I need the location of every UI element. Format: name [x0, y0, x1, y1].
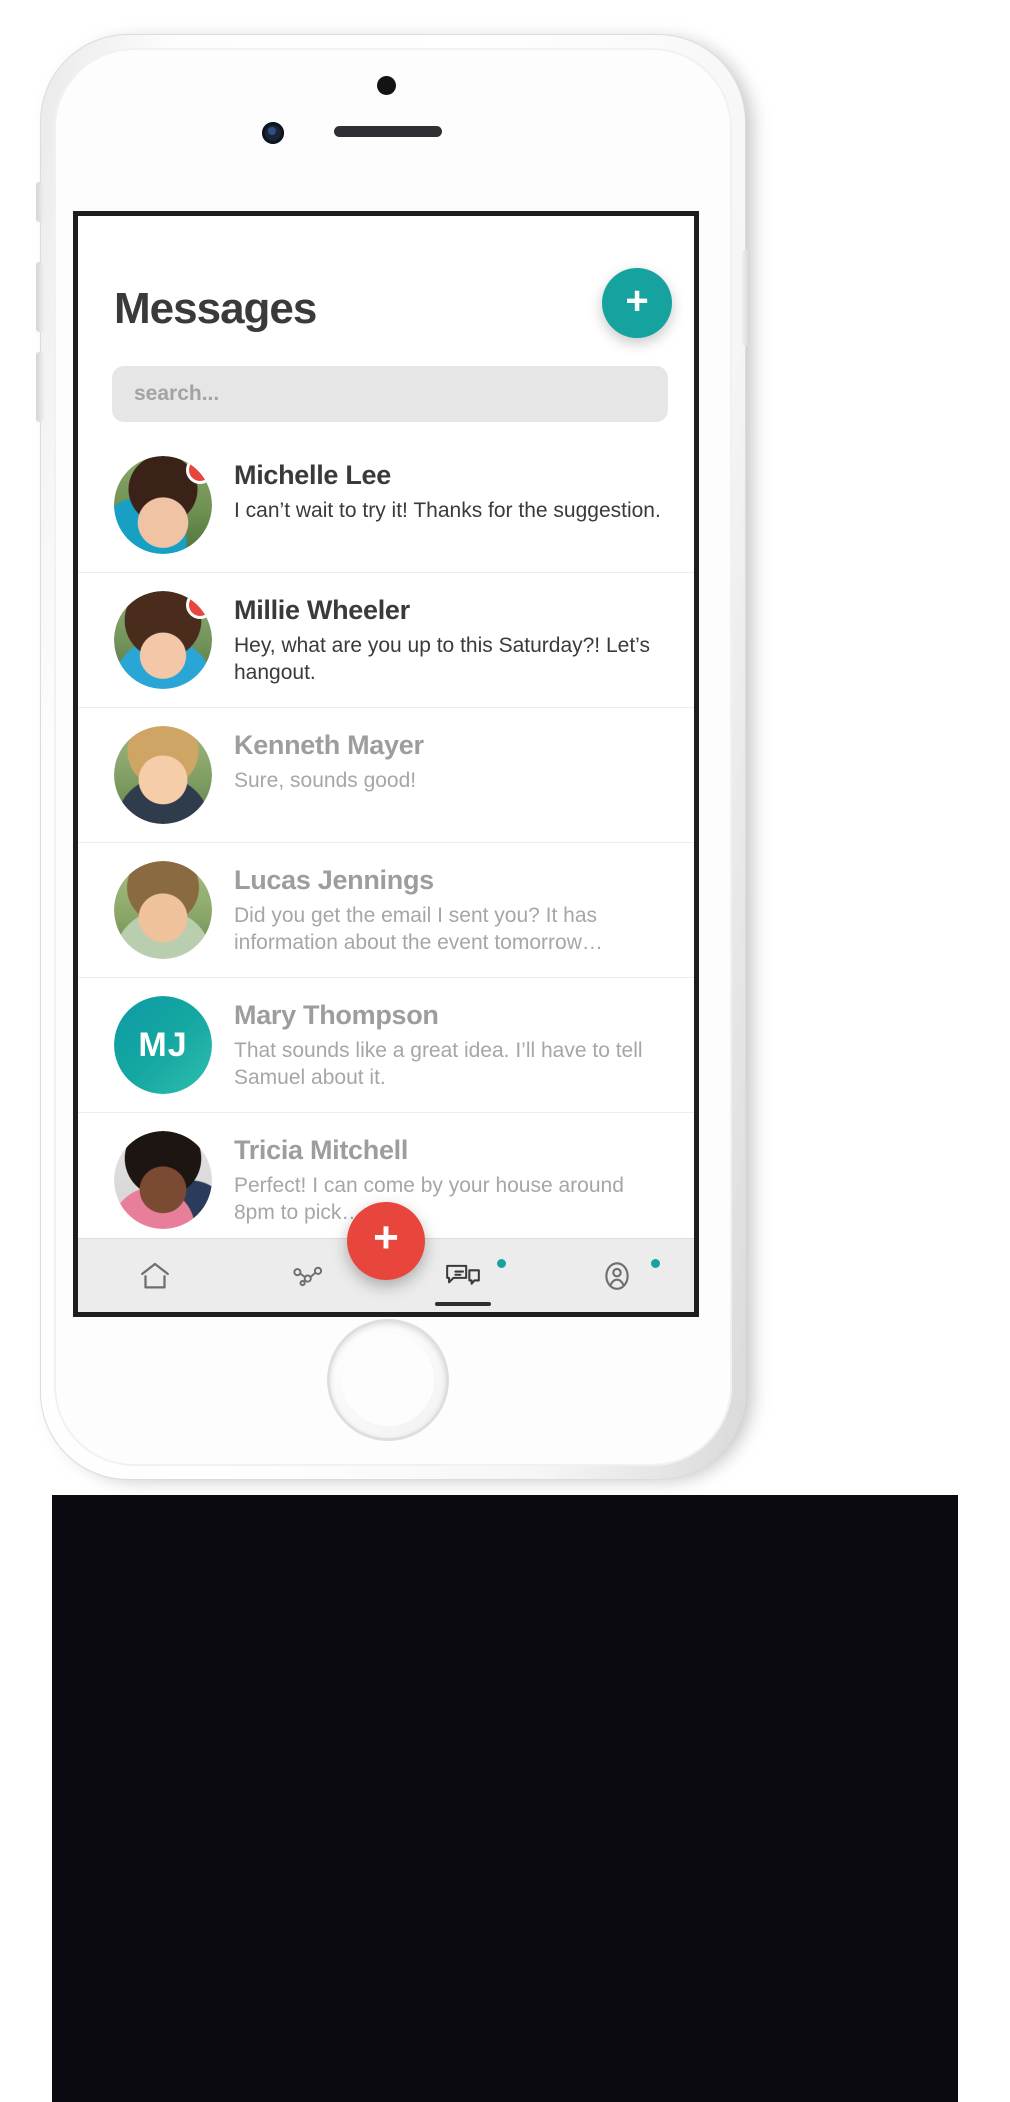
- message-preview: I can’t wait to try it! Thanks for the s…: [234, 499, 661, 522]
- unread-badge: [186, 591, 212, 619]
- page-title: Messages: [114, 284, 317, 333]
- tab-profile[interactable]: [540, 1239, 694, 1312]
- conversation-row[interactable]: MJ Mary Thompson That sounds like a grea…: [78, 978, 694, 1113]
- plus-icon: +: [373, 1213, 399, 1262]
- contact-name: Lucas Jennings: [234, 865, 434, 895]
- avatar: [114, 861, 212, 959]
- contact-name: Mary Thompson: [234, 1000, 439, 1030]
- page-base-strip: [52, 1495, 958, 2102]
- message-preview: Did you get the email I sent you? It has…: [234, 904, 603, 954]
- avatar: [114, 1131, 212, 1229]
- avatar-photo: [114, 861, 212, 959]
- contact-name: Tricia Mitchell: [234, 1135, 409, 1165]
- search-bar[interactable]: [112, 366, 668, 422]
- avatar-photo: [114, 726, 212, 824]
- front-camera-icon: [262, 122, 284, 144]
- conversation-text: Mary Thompson That sounds like a great i…: [234, 996, 664, 1092]
- conversation-text: Lucas Jennings Did you get the email I s…: [234, 861, 664, 957]
- search-input[interactable]: [112, 366, 668, 422]
- power-button[interactable]: [742, 250, 750, 346]
- message-preview: Perfect! I can come by your house around…: [234, 1174, 624, 1224]
- message-preview: Sure, sounds good!: [234, 769, 417, 792]
- avatar: MJ: [114, 996, 212, 1094]
- contact-name: Millie Wheeler: [234, 595, 410, 625]
- avatar: [114, 591, 212, 689]
- message-preview: Hey, what are you up to this Saturday?! …: [234, 634, 650, 684]
- earpiece-speaker: [334, 126, 442, 137]
- bottom-navigation: +: [78, 1202, 694, 1312]
- home-icon: [141, 1262, 169, 1288]
- app-header: Messages +: [78, 216, 694, 356]
- profile-unread-dot: [651, 1259, 660, 1268]
- profile-icon: [605, 1261, 629, 1290]
- avatar-photo: [114, 1131, 212, 1229]
- conversation-text: Millie Wheeler Hey, what are you up to t…: [234, 591, 664, 687]
- home-button[interactable]: [330, 1322, 446, 1438]
- unread-badge: [186, 456, 212, 484]
- tab-home[interactable]: [78, 1239, 232, 1312]
- avatar-initials: MJ: [114, 996, 212, 1094]
- conversation-list: Michelle Lee I can’t wait to try it! Tha…: [78, 438, 694, 1247]
- messages-icon: [446, 1264, 480, 1285]
- screenshot-canvas: Messages + Michelle Lee I can’t wait to …: [0, 0, 1010, 2102]
- compose-message-button[interactable]: +: [602, 268, 672, 338]
- volume-down-button[interactable]: [36, 352, 44, 422]
- message-preview: That sounds like a great idea. I’ll have…: [234, 1039, 643, 1089]
- volume-up-button[interactable]: [36, 262, 44, 332]
- conversation-text: Kenneth Mayer Sure, sounds good!: [234, 726, 664, 795]
- proximity-sensor-icon: [377, 76, 396, 95]
- conversation-row[interactable]: Millie Wheeler Hey, what are you up to t…: [78, 573, 694, 708]
- contact-name: Michelle Lee: [234, 460, 391, 490]
- contact-name: Kenneth Mayer: [234, 730, 424, 760]
- conversation-text: Michelle Lee I can’t wait to try it! Tha…: [234, 456, 664, 525]
- conversation-row[interactable]: Kenneth Mayer Sure, sounds good!: [78, 708, 694, 843]
- plus-icon: +: [625, 278, 649, 323]
- conversation-row[interactable]: Michelle Lee I can’t wait to try it! Tha…: [78, 438, 694, 573]
- silent-switch[interactable]: [36, 182, 44, 222]
- messages-unread-dot: [497, 1259, 506, 1268]
- conversation-row[interactable]: Lucas Jennings Did you get the email I s…: [78, 843, 694, 978]
- avatar: [114, 726, 212, 824]
- avatar: [114, 456, 212, 554]
- conversation-text: Tricia Mitchell Perfect! I can come by y…: [234, 1131, 664, 1227]
- activity-network-icon: [293, 1266, 323, 1286]
- new-message-fab[interactable]: +: [347, 1202, 425, 1280]
- phone-screen: Messages + Michelle Lee I can’t wait to …: [73, 211, 699, 1317]
